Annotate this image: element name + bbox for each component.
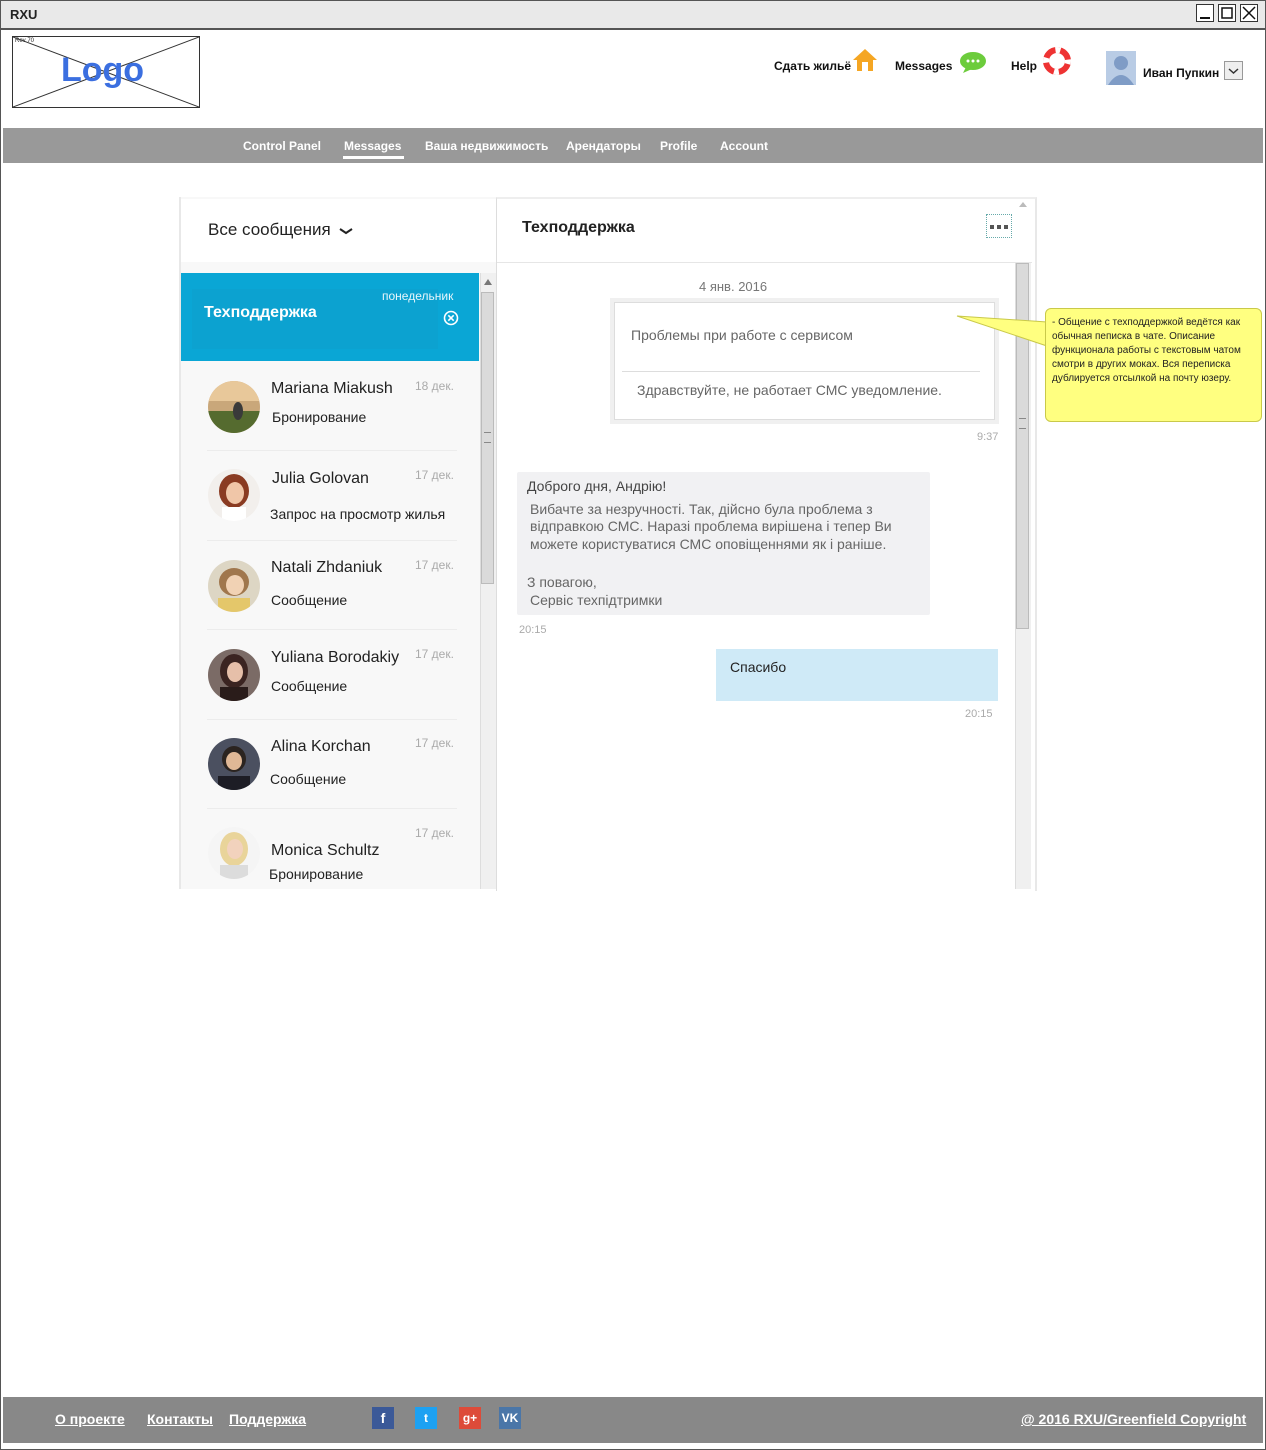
nav-item-account[interactable]: Account (720, 139, 768, 153)
close-icon (1242, 6, 1256, 20)
scroll-up-icon[interactable] (483, 278, 493, 286)
logo[interactable]: Rev 70 Logo (12, 36, 200, 108)
chat-title: Техподдержка (522, 219, 635, 236)
conversation-name: Julia Golovan (272, 470, 369, 487)
scroll-grip-icon (1019, 418, 1026, 429)
house-icon[interactable] (852, 47, 878, 73)
conversation-subject: Бронирование (269, 866, 364, 882)
maximize-button[interactable] (1218, 4, 1236, 22)
chat-bubble-icon[interactable] (958, 50, 988, 74)
reply-time: 20:15 (519, 624, 547, 636)
nav-item-control-panel[interactable]: Control Panel (243, 139, 321, 153)
note-pointer (956, 315, 1048, 347)
reply-greeting: Доброго дня, Андрію! (527, 478, 667, 494)
help-link[interactable]: Help (1011, 59, 1037, 73)
conversation-name: Natali Zhdaniuk (271, 559, 383, 576)
footer-link-contacts[interactable]: Контакты (147, 1411, 213, 1427)
close-circle-icon[interactable] (443, 310, 459, 326)
conversation-date: 17 дек. (415, 736, 454, 750)
facebook-icon[interactable]: f (372, 1407, 394, 1429)
footer-link-about[interactable]: О проекте (55, 1411, 125, 1427)
window-title: RXU (10, 7, 38, 22)
vk-icon[interactable]: VK (499, 1407, 521, 1429)
conversation-name: Mariana Miakush (271, 380, 393, 397)
maximize-icon (1221, 7, 1233, 19)
chevron-down-icon[interactable] (338, 225, 354, 237)
scroll-grip-icon (484, 432, 491, 443)
ticket-time: 9:37 (977, 431, 999, 443)
avatar (208, 738, 260, 790)
user-menu-button[interactable] (1224, 61, 1243, 80)
conversation-name: Alina Korchan (271, 738, 371, 755)
close-button[interactable] (1240, 4, 1258, 22)
ticket-subject: Проблемы при работе с сервисом (631, 327, 853, 343)
reply-sign: З повагою, (527, 574, 597, 590)
title-bar (1, 1, 1265, 30)
conversation-date: 17 дек. (415, 468, 454, 482)
user-name[interactable]: Иван Пупкин (1143, 66, 1219, 80)
date-separator: 4 янв. 2016 (699, 279, 768, 294)
inbox-filter-dropdown[interactable]: Все сообщения (208, 220, 331, 240)
reply-sign: Сервіс техпідтримки (530, 592, 663, 608)
avatar (208, 469, 260, 521)
avatar (208, 649, 260, 701)
chat-options-button[interactable] (986, 214, 1012, 238)
avatar (208, 381, 260, 433)
conversation-date: 17 дек. (415, 558, 454, 572)
logo-text: Logo (61, 51, 145, 89)
annotation-note: - Общение с техподдержкой ведётся как об… (1045, 308, 1262, 422)
conversation-name: Yuliana Borodakiy (271, 649, 400, 666)
selected-conversation-date: понедельник (382, 289, 454, 303)
conversation-date: 18 дек. (415, 379, 454, 393)
own-message-text: Спасибо (730, 659, 787, 675)
own-message-time: 20:15 (965, 708, 993, 720)
chevron-down-icon (1228, 68, 1239, 75)
rent-out-link[interactable]: Сдать жильё (774, 59, 851, 73)
avatar (208, 827, 260, 879)
google-plus-icon[interactable]: g+ (459, 1407, 481, 1429)
conversation-date: 17 дек. (415, 826, 454, 840)
more-icon (990, 225, 1008, 229)
reply-line: відправкою СМС. Наразі проблема вирішена… (530, 518, 892, 534)
messages-link[interactable]: Messages (895, 59, 952, 73)
twitter-icon[interactable]: t (415, 1407, 437, 1429)
conversation-date: 17 дек. (415, 647, 454, 661)
conversation-subject: Сообщение (270, 771, 347, 787)
avatar (208, 560, 260, 612)
footer-link-support[interactable]: Поддержка (229, 1411, 306, 1427)
conversation-subject: Сообщение (271, 592, 348, 608)
logo-small-text: Rev 70 (15, 38, 35, 44)
avatar[interactable] (1106, 51, 1136, 85)
minimize-icon (1200, 17, 1210, 19)
ticket-message (614, 302, 995, 420)
reply-line: можете користуватися СМС оповіщеннями як… (530, 536, 887, 552)
user-icon (1108, 56, 1134, 85)
nav-item-messages[interactable]: Messages (344, 139, 401, 153)
conversation-subject: Бронирование (272, 409, 367, 425)
ticket-body: Здравствуйте, не работает СМС уведомлени… (637, 382, 942, 398)
nav-item-profile[interactable]: Profile (660, 139, 697, 153)
reply-line: Вибачте за незручності. Так, дійсно була… (530, 501, 873, 517)
nav-item-tenants[interactable]: Арендаторы (566, 139, 641, 153)
nav-item-property[interactable]: Ваша недвижимость (425, 139, 548, 153)
scroll-up-icon[interactable] (1016, 199, 1030, 209)
ticket-divider (622, 371, 980, 372)
own-message-bubble (716, 649, 998, 701)
minimize-button[interactable] (1196, 4, 1214, 22)
copyright: @ 2016 RXU/Greenfield Copyright (1021, 1411, 1247, 1427)
nav-active-indicator (343, 156, 404, 159)
conversation-subject: Запрос на просмотр жилья (270, 506, 446, 522)
conversation-name: Monica Schultz (271, 842, 380, 859)
conversation-subject: Сообщение (271, 678, 348, 694)
selected-conversation-name: Техподдержка (204, 304, 317, 321)
lifebuoy-icon[interactable] (1043, 47, 1071, 75)
chat-header-divider (497, 262, 1032, 263)
